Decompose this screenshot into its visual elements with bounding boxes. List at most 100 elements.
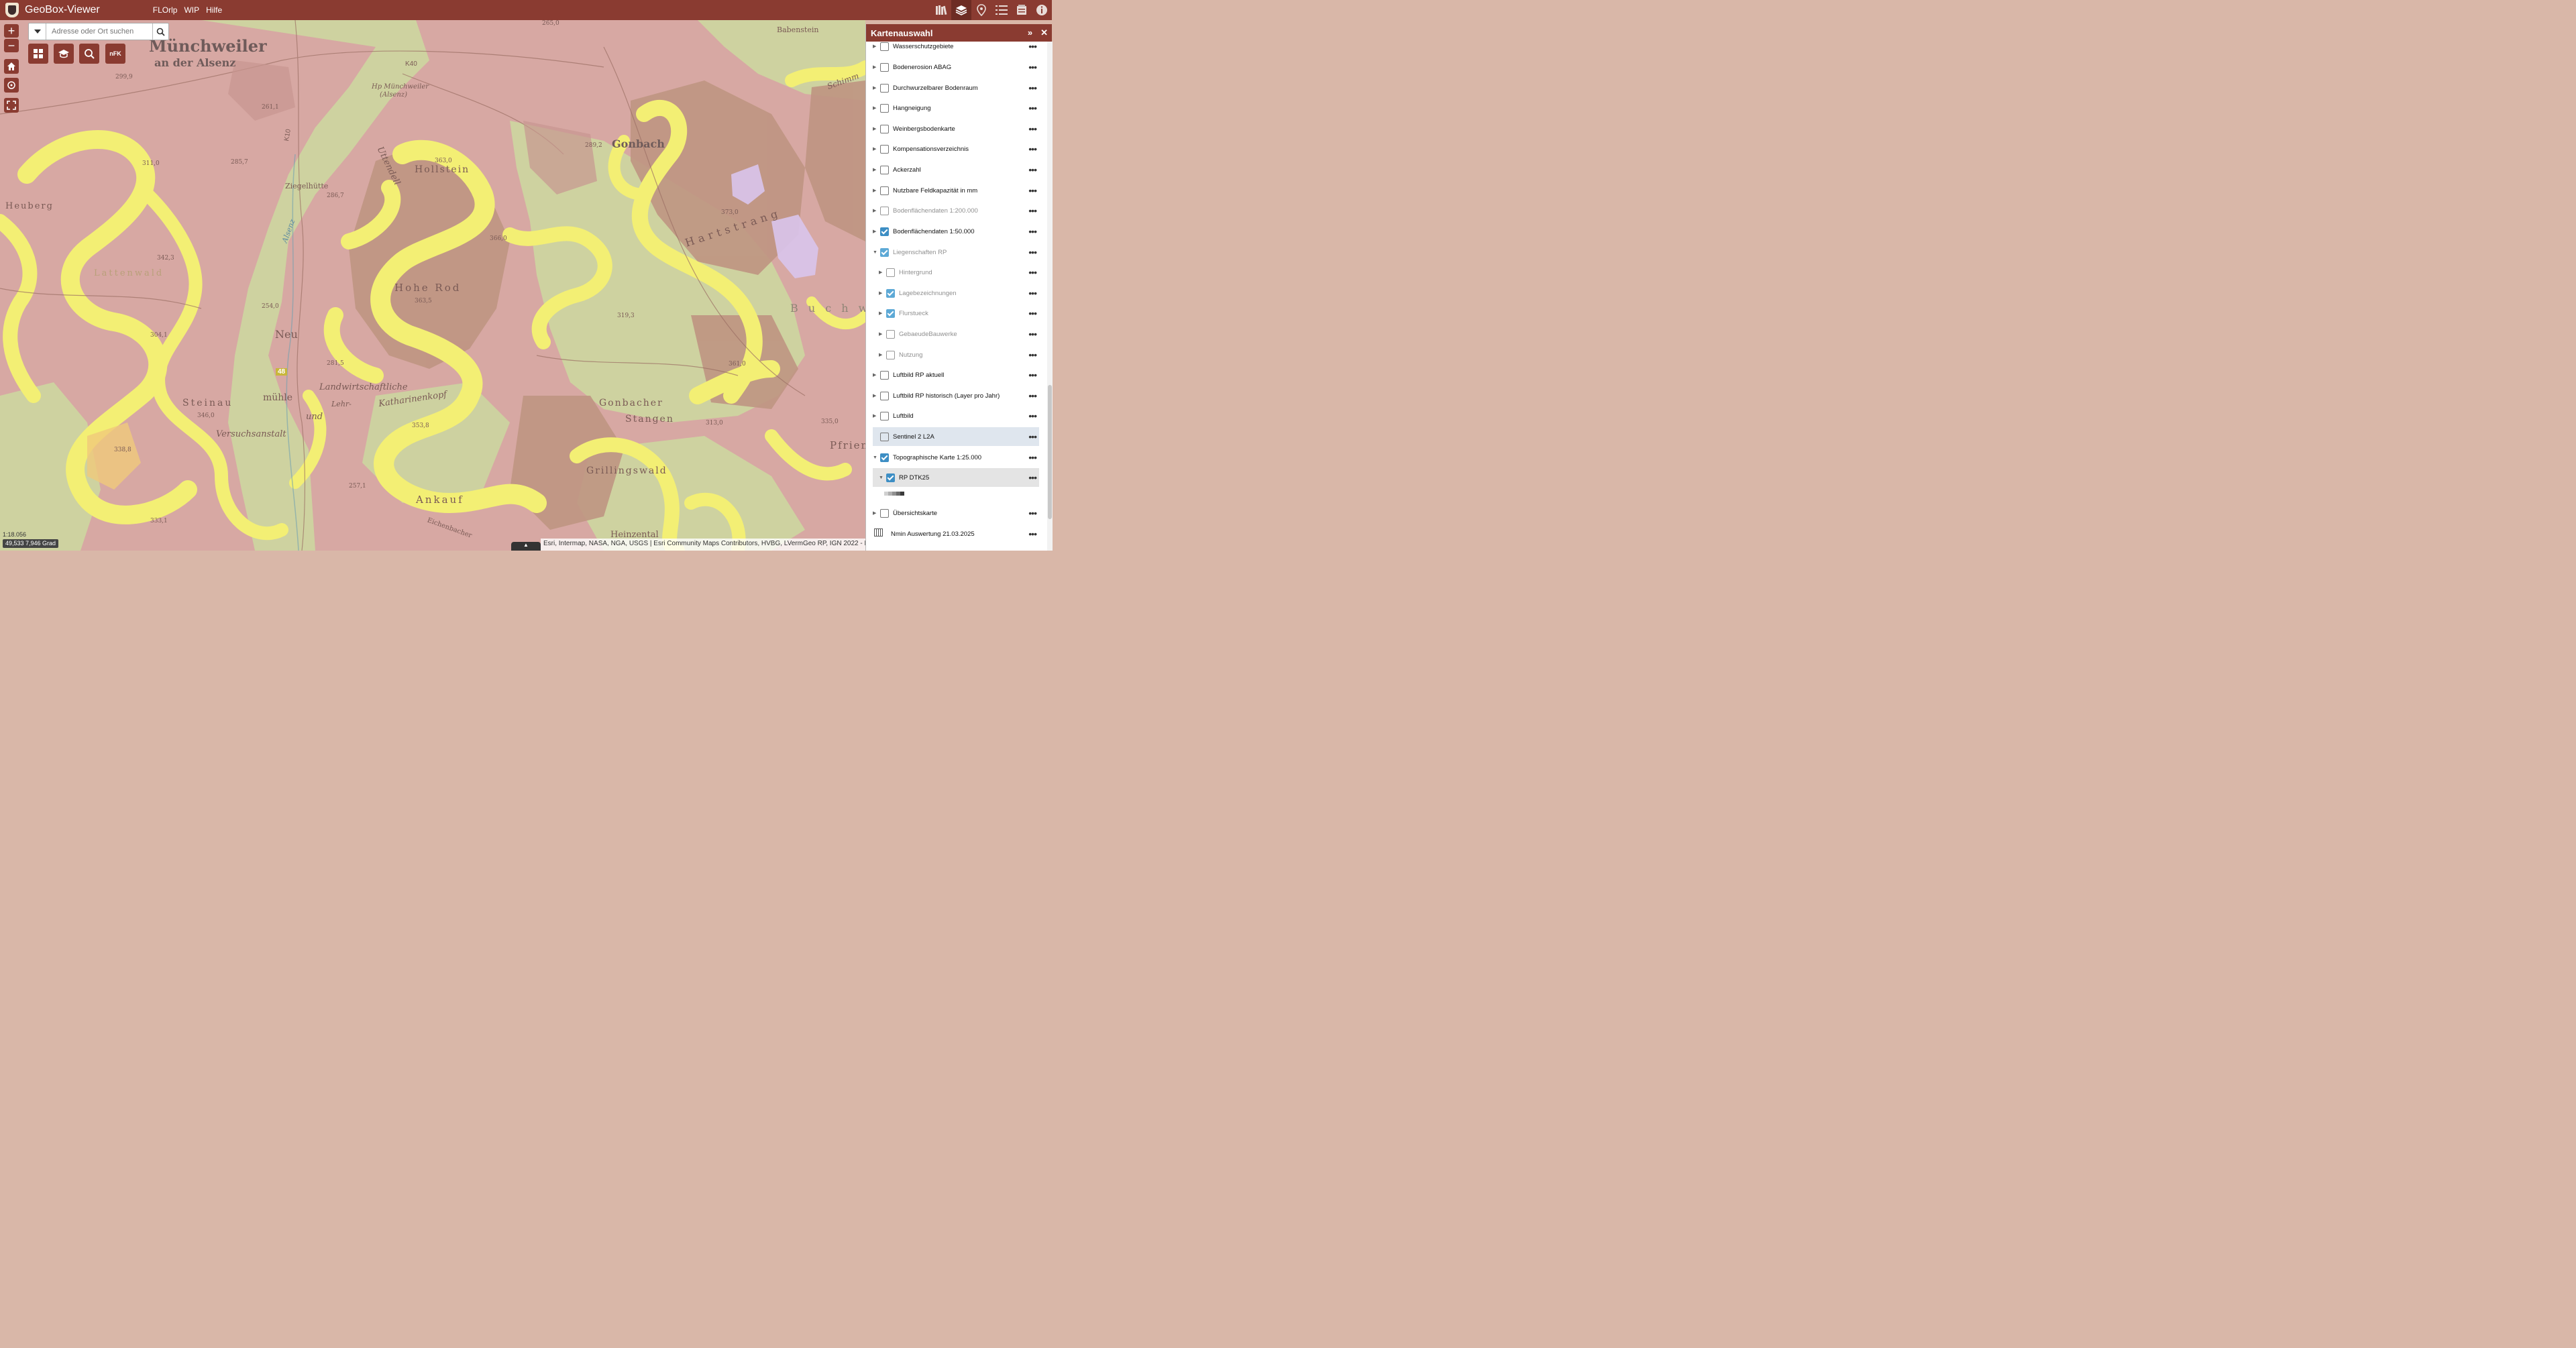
more-options-icon[interactable]: ••• xyxy=(1028,227,1037,236)
info-icon[interactable] xyxy=(1032,0,1052,20)
more-options-icon[interactable]: ••• xyxy=(1028,473,1037,482)
more-options-icon[interactable]: ••• xyxy=(1028,288,1037,298)
more-options-icon[interactable]: ••• xyxy=(1028,62,1037,72)
expand-right-icon[interactable]: ▶ xyxy=(873,64,878,70)
layer-row[interactable]: ▶ Flurstueck ••• xyxy=(873,304,1039,323)
layer-checkbox[interactable] xyxy=(880,83,889,93)
layer-row[interactable]: Nmin Auswertung 21.03.2025 ••• xyxy=(873,524,1039,543)
more-options-icon[interactable]: ••• xyxy=(1028,186,1037,195)
layer-row[interactable]: ▶ Weinbergsbodenkarte ••• xyxy=(873,119,1039,138)
layer-row[interactable]: ▶ Übersichtskarte ••• xyxy=(873,504,1039,522)
layer-checkbox[interactable] xyxy=(880,508,889,518)
home-button[interactable] xyxy=(4,59,19,74)
layer-row[interactable]: ▶ Luftbild RP aktuell ••• xyxy=(873,366,1039,384)
expand-down-icon[interactable]: ▼ xyxy=(873,455,878,460)
more-options-icon[interactable]: ••• xyxy=(1028,508,1037,518)
list-icon[interactable] xyxy=(991,0,1012,20)
nfk-button[interactable]: nFK xyxy=(105,44,125,64)
more-options-icon[interactable]: ••• xyxy=(1028,529,1037,539)
layer-checkbox[interactable] xyxy=(880,391,889,400)
more-options-icon[interactable]: ••• xyxy=(1028,83,1037,93)
layer-row[interactable]: ▶ Bodenerosion ABAG ••• xyxy=(873,58,1039,76)
more-options-icon[interactable]: ••• xyxy=(1028,432,1037,441)
layer-row[interactable]: ▶ Bodenflächendaten 1:50.000 ••• xyxy=(873,222,1039,241)
education-tool-button[interactable] xyxy=(54,44,74,64)
grid-tool-button[interactable] xyxy=(28,44,48,64)
attribution-toggle[interactable]: ▲ xyxy=(511,542,541,551)
expand-right-icon[interactable]: ▶ xyxy=(873,229,878,234)
layer-checkbox[interactable] xyxy=(880,411,889,420)
location-pin-icon[interactable] xyxy=(971,0,991,20)
zoom-out-button[interactable]: − xyxy=(4,39,19,52)
expand-right-icon[interactable]: ▶ xyxy=(879,331,884,337)
menu-wip[interactable]: WIP xyxy=(184,5,199,15)
expand-right-icon[interactable]: ▶ xyxy=(873,85,878,91)
layer-checkbox[interactable] xyxy=(880,186,889,195)
expand-down-icon[interactable]: ▼ xyxy=(879,475,884,480)
fullscreen-button[interactable] xyxy=(4,98,19,113)
locate-button[interactable] xyxy=(4,78,19,93)
layer-row[interactable]: ▶ Nutzbare Feldkapazität in mm ••• xyxy=(873,181,1039,200)
library-icon[interactable] xyxy=(931,0,951,20)
expand-right-icon[interactable]: ▶ xyxy=(873,413,878,418)
menu-hilfe[interactable]: Hilfe xyxy=(206,5,222,15)
more-options-icon[interactable]: ••• xyxy=(1028,144,1037,154)
expand-right-icon[interactable]: ▶ xyxy=(873,146,878,152)
layer-row[interactable]: ▶ Luftbild RP historisch (Layer pro Jahr)… xyxy=(873,386,1039,405)
more-options-icon[interactable]: ••• xyxy=(1028,268,1037,277)
more-options-icon[interactable]: ••• xyxy=(1028,206,1037,215)
layer-checkbox[interactable] xyxy=(880,206,889,215)
layer-row[interactable]: ▼ Topographische Karte 1:25.000 ••• xyxy=(873,448,1039,467)
search-button[interactable] xyxy=(152,23,168,40)
layer-row[interactable]: ▶ Hintergrund ••• xyxy=(873,263,1039,282)
layer-row[interactable]: ▶ Nutzung ••• xyxy=(873,345,1039,364)
layer-row[interactable]: ▶ Hangneigung ••• xyxy=(873,99,1039,117)
close-icon[interactable]: ✕ xyxy=(1040,27,1048,38)
layers-icon[interactable] xyxy=(951,0,971,20)
scrollbar-thumb[interactable] xyxy=(1048,385,1052,519)
map-canvas[interactable]: Münchweiler an der Alsenz Gonbach Hollst… xyxy=(0,20,865,551)
layer-row[interactable]: ▶ Kompensationsverzeichnis ••• xyxy=(873,139,1039,158)
expand-right-icon[interactable]: ▶ xyxy=(873,105,878,111)
more-options-icon[interactable]: ••• xyxy=(1028,411,1037,420)
layer-checkbox[interactable] xyxy=(886,268,895,277)
expand-down-icon[interactable]: ▼ xyxy=(873,250,878,255)
search-input[interactable] xyxy=(46,27,152,36)
layer-checkbox[interactable] xyxy=(886,288,895,298)
expand-right-icon[interactable]: ▶ xyxy=(879,290,884,296)
layer-checkbox[interactable] xyxy=(880,144,889,154)
expand-right-icon[interactable]: ▶ xyxy=(873,208,878,213)
layer-checkbox[interactable] xyxy=(880,103,889,113)
more-options-icon[interactable]: ••• xyxy=(1028,350,1037,359)
expand-right-icon[interactable]: ▶ xyxy=(873,44,878,49)
expand-right-icon[interactable]: ▶ xyxy=(873,372,878,378)
layer-row[interactable]: ▼ Liegenschaften RP ••• xyxy=(873,243,1039,262)
more-options-icon[interactable]: ••• xyxy=(1028,370,1037,380)
zoom-in-button[interactable]: + xyxy=(4,24,19,38)
more-options-icon[interactable]: ••• xyxy=(1028,42,1037,51)
layer-checkbox[interactable] xyxy=(880,370,889,380)
layer-checkbox[interactable] xyxy=(880,227,889,236)
layer-row[interactable]: Sentinel 2 L2A ••• xyxy=(873,427,1039,446)
layer-row[interactable]: ▶ Bodenflächendaten 1:200.000 ••• xyxy=(873,201,1039,220)
stack-icon[interactable] xyxy=(1012,0,1032,20)
layer-row[interactable]: ▶ GebaeudeBauwerke ••• xyxy=(873,325,1039,343)
layer-row[interactable]: ▶ Durchwurzelbarer Bodenraum ••• xyxy=(873,78,1039,97)
layer-checkbox[interactable] xyxy=(880,432,889,441)
search-source-dropdown[interactable] xyxy=(29,23,46,40)
layer-row[interactable]: ▶ Lagebezeichnungen ••• xyxy=(873,284,1039,302)
layer-row[interactable]: ▶ Ackerzahl ••• xyxy=(873,160,1039,179)
expand-right-icon[interactable]: ▶ xyxy=(873,393,878,398)
more-options-icon[interactable]: ••• xyxy=(1028,165,1037,174)
layer-row[interactable]: ▶ Wasserschutzgebiete ••• xyxy=(873,42,1039,56)
expand-right-icon[interactable]: ▶ xyxy=(879,311,884,316)
layer-checkbox[interactable] xyxy=(880,42,889,51)
more-options-icon[interactable]: ••• xyxy=(1028,247,1037,257)
expand-right-icon[interactable]: ▶ xyxy=(879,270,884,275)
more-options-icon[interactable]: ••• xyxy=(1028,124,1037,133)
map-search-tool-button[interactable] xyxy=(79,44,99,64)
layer-checkbox[interactable] xyxy=(886,308,895,318)
collapse-icon[interactable]: » xyxy=(1028,27,1032,38)
panel-scrollbar[interactable] xyxy=(1047,42,1053,551)
layer-checkbox[interactable] xyxy=(880,62,889,72)
